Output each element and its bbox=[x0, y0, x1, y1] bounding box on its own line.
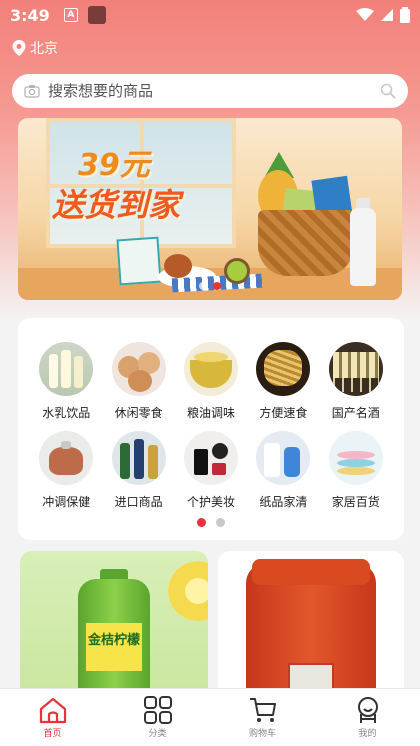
category-label: 个护美妆 bbox=[186, 495, 235, 509]
category-label: 家居百货 bbox=[331, 495, 380, 509]
home-icon bbox=[39, 697, 66, 724]
nav-label: 首页 bbox=[43, 729, 62, 739]
jar-label bbox=[288, 663, 334, 691]
status-bar: 3:49 A bbox=[0, 0, 420, 30]
category-item[interactable]: 休闲零食 bbox=[102, 342, 174, 421]
product-label: 金桔柠檬 bbox=[86, 623, 142, 671]
category-label: 纸品家清 bbox=[259, 495, 308, 509]
category-card: 水乳饮品 休闲零食 粮油调味 方便速食 国产名酒 冲调保健 进口商品 个护美妆 … bbox=[18, 318, 404, 540]
notification-a-icon: A bbox=[63, 8, 78, 22]
category-item[interactable]: 水乳饮品 bbox=[30, 342, 102, 421]
milk-bottles-icon bbox=[39, 342, 94, 396]
category-item[interactable]: 个护美妆 bbox=[175, 431, 247, 510]
nav-category[interactable]: 分类 bbox=[105, 689, 210, 746]
signal-icon bbox=[381, 9, 393, 21]
category-label: 水乳饮品 bbox=[42, 406, 91, 420]
oil-bowl-icon bbox=[183, 342, 238, 396]
cosmetics-icon bbox=[183, 431, 238, 485]
basket-illustration bbox=[258, 210, 354, 276]
dishes-icon bbox=[328, 431, 383, 485]
location-selector[interactable]: 北京 bbox=[12, 38, 58, 58]
category-label: 国产名酒 bbox=[331, 406, 380, 420]
category-label: 冲调保健 bbox=[42, 495, 91, 509]
banner-dot-active[interactable] bbox=[213, 282, 221, 290]
app-notification-icon bbox=[87, 6, 106, 24]
wine-glasses-icon bbox=[328, 342, 383, 396]
category-label: 方便速食 bbox=[259, 406, 308, 420]
bottle-illustration bbox=[350, 208, 376, 286]
bottom-navigation: 首页 分类 购物车 我的 bbox=[0, 688, 420, 746]
kiwi-illustration bbox=[224, 258, 250, 284]
product-card[interactable] bbox=[218, 551, 404, 691]
category-item[interactable]: 粮油调味 bbox=[175, 342, 247, 421]
nav-label: 购物车 bbox=[248, 729, 276, 739]
teapot-icon bbox=[39, 431, 94, 485]
category-label: 休闲零食 bbox=[114, 406, 163, 420]
noodles-icon bbox=[256, 342, 311, 396]
jar-lid bbox=[252, 559, 370, 585]
status-time: 3:49 bbox=[10, 5, 50, 25]
lemon-slice-illustration bbox=[168, 561, 208, 621]
category-item[interactable]: 家居百货 bbox=[320, 431, 392, 510]
category-dot[interactable] bbox=[216, 518, 225, 527]
nav-home[interactable]: 首页 bbox=[0, 689, 105, 746]
nav-label: 分类 bbox=[148, 729, 167, 739]
location-pin-icon bbox=[12, 40, 26, 56]
cookie-illustration bbox=[164, 254, 192, 278]
banner-pagination bbox=[18, 282, 402, 290]
category-item[interactable]: 纸品家清 bbox=[247, 431, 319, 510]
cart-icon bbox=[249, 698, 276, 722]
category-grid: 水乳饮品 休闲零食 粮油调味 方便速食 国产名酒 冲调保健 进口商品 个护美妆 … bbox=[30, 342, 392, 510]
category-label: 进口商品 bbox=[114, 495, 163, 509]
nav-cart[interactable]: 购物车 bbox=[210, 689, 315, 746]
milk-carton-illustration bbox=[116, 236, 162, 286]
nav-profile[interactable]: 我的 bbox=[315, 689, 420, 746]
cleaning-icon bbox=[256, 431, 311, 485]
search-icon[interactable] bbox=[380, 83, 396, 99]
category-item[interactable]: 国产名酒 bbox=[320, 342, 392, 421]
category-item[interactable]: 进口商品 bbox=[102, 431, 174, 510]
category-pagination bbox=[18, 518, 404, 527]
category-label: 粮油调味 bbox=[186, 406, 235, 420]
battery-icon bbox=[400, 7, 410, 23]
cookies-icon bbox=[111, 342, 166, 396]
banner-title-delivery: 送货到家 bbox=[52, 186, 181, 224]
category-item[interactable]: 方便速食 bbox=[247, 342, 319, 421]
status-indicators bbox=[356, 7, 410, 23]
category-item[interactable]: 冲调保健 bbox=[30, 431, 102, 510]
category-dot-active[interactable] bbox=[197, 518, 206, 527]
location-label: 北京 bbox=[30, 41, 58, 57]
wifi-icon bbox=[356, 8, 374, 21]
search-bar[interactable] bbox=[12, 74, 408, 108]
search-input[interactable] bbox=[48, 82, 380, 100]
imported-bottles-icon bbox=[111, 431, 166, 485]
promo-banner[interactable]: 39元 送货到家 bbox=[18, 118, 402, 300]
banner-dot[interactable] bbox=[199, 282, 207, 290]
banner-title-price: 39元 bbox=[78, 148, 150, 183]
grid-icon bbox=[143, 696, 172, 724]
product-card[interactable]: 金桔柠檬 bbox=[20, 551, 208, 691]
nav-label: 我的 bbox=[358, 729, 377, 739]
user-icon bbox=[357, 697, 378, 723]
camera-icon[interactable] bbox=[24, 84, 40, 98]
